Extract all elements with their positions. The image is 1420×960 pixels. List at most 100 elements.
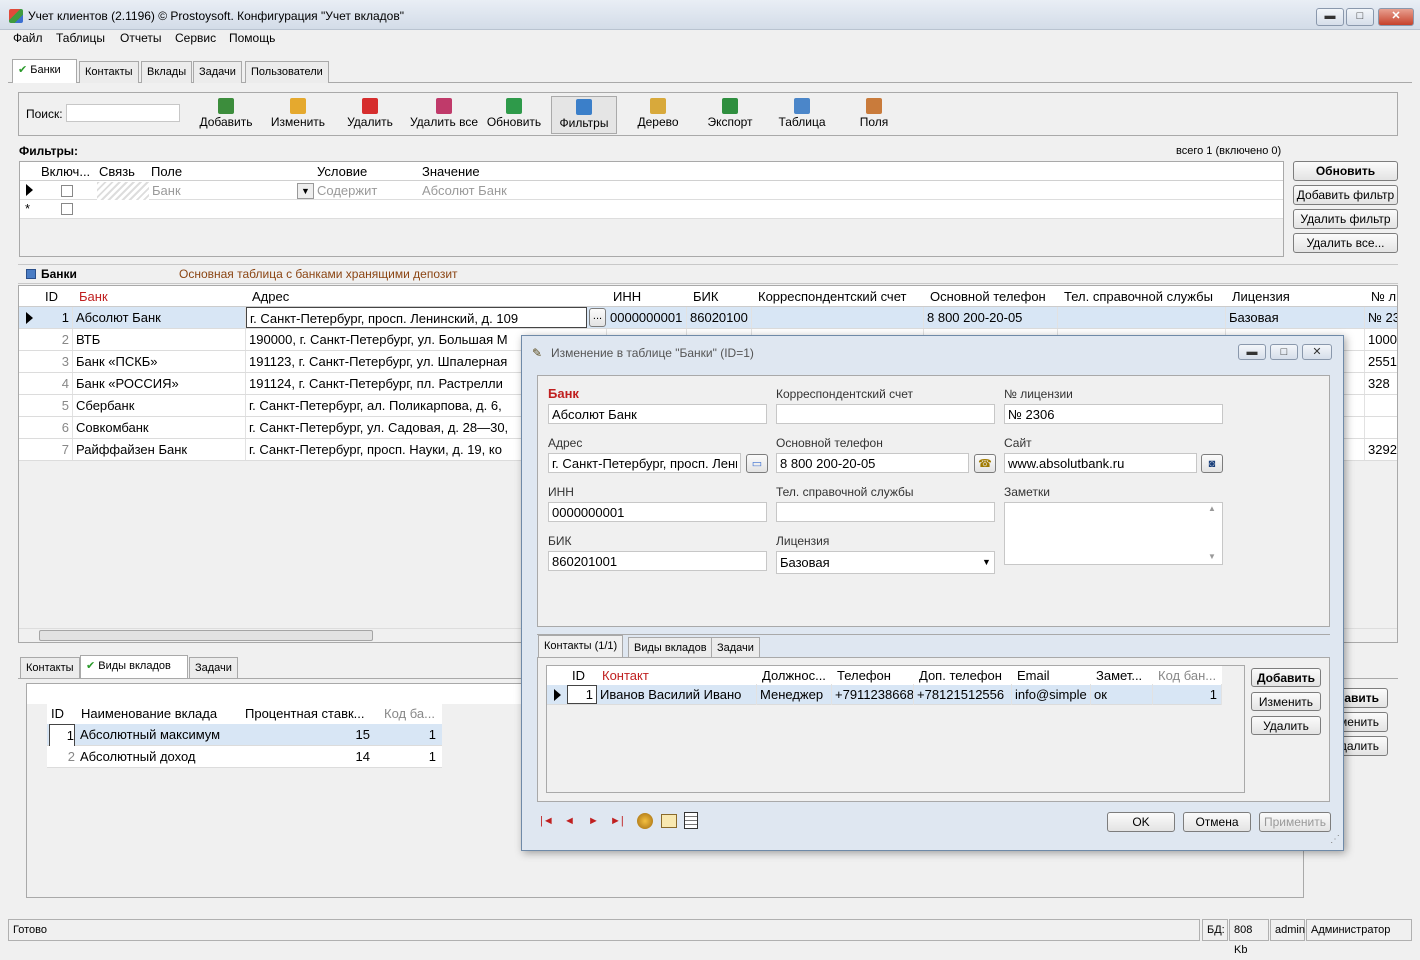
first-record-icon[interactable]: |◄ (540, 815, 554, 827)
table-row[interactable]: 1 Абсолют Банк г. Санкт-Петербург, просп. … (19, 307, 1397, 329)
search-input[interactable] (66, 104, 180, 122)
contacts-col-code[interactable]: Код бан... (1155, 665, 1224, 686)
apply-button[interactable]: Применить (1259, 812, 1331, 832)
resize-grip-icon[interactable]: ⋰ (1330, 834, 1340, 845)
tree-toolbar-button[interactable]: Дерево (625, 96, 691, 132)
corr-account-field[interactable] (776, 404, 995, 424)
notes-field[interactable] (1004, 502, 1223, 565)
banks-col-address[interactable]: Адрес (249, 286, 610, 307)
inn-field[interactable] (548, 502, 767, 522)
filter-enabled-checkbox[interactable] (61, 185, 73, 197)
table-row[interactable]: 1 Абсолютный максимум 15 1 (47, 724, 442, 747)
help-phone-field[interactable] (776, 502, 995, 522)
document-icon[interactable] (684, 812, 698, 829)
menu-help[interactable]: Помощь (229, 31, 275, 45)
delete-filter-button[interactable]: Удалить фильтр (1293, 209, 1398, 229)
bank-field[interactable] (548, 404, 767, 424)
menu-reports[interactable]: Отчеты (120, 31, 161, 45)
tab-bottom-tasks[interactable]: Задачи (189, 657, 238, 679)
add-toolbar-button[interactable]: Добавить (193, 96, 259, 132)
open-link-icon[interactable]: ◙ (1201, 454, 1223, 473)
banks-col-no[interactable]: № ли (1368, 286, 1397, 307)
tab-bottom-contacts[interactable]: Контакты (20, 657, 80, 679)
dialog-minimize-button[interactable]: ▬ (1238, 344, 1266, 360)
fields-toolbar-button[interactable]: Поля (841, 96, 907, 132)
dialog-tab-contacts[interactable]: Контакты (1/1) (538, 635, 624, 657)
refresh-toolbar-button[interactable]: Обновить (481, 96, 547, 132)
ok-button[interactable]: OK (1107, 812, 1175, 832)
delete-all-filters-button[interactable]: Удалить все... (1293, 233, 1398, 253)
maximize-button[interactable]: □ (1346, 8, 1374, 26)
tab-bottom-deposit-types[interactable]: ✔ Виды вкладов (80, 655, 188, 679)
table-row[interactable]: 1 Иванов Василий Ивано Менеджер +7911238668… (547, 684, 1222, 705)
banks-col-license[interactable]: Лицензия (1229, 286, 1368, 307)
tab-deposits[interactable]: Вклады (141, 61, 193, 83)
settings-icon[interactable] (637, 813, 653, 829)
dialog-maximize-button[interactable]: □ (1270, 344, 1298, 360)
dialog-tab-tasks[interactable]: Задачи (711, 637, 760, 657)
ellipsis-button[interactable]: ... (589, 308, 606, 327)
scroll-down-icon[interactable]: ▼ (1208, 552, 1216, 561)
contacts-col-phone[interactable]: Телефон (834, 665, 916, 686)
contacts-col-id[interactable]: ID (569, 665, 599, 686)
next-record-icon[interactable]: ► (588, 815, 599, 827)
dialog-close-button[interactable]: ✕ (1302, 344, 1332, 360)
prev-record-icon[interactable]: ◄ (564, 815, 575, 827)
banks-col-help[interactable]: Тел. справочной службы (1061, 286, 1229, 307)
delete-all-toolbar-button[interactable]: Удалить все (409, 96, 479, 132)
tab-contacts[interactable]: Контакты (79, 61, 139, 83)
scroll-up-icon[interactable]: ▲ (1208, 504, 1216, 513)
chevron-down-icon[interactable]: ▼ (297, 183, 314, 199)
menu-tables[interactable]: Таблицы (56, 31, 105, 45)
map-icon[interactable]: ▭ (746, 454, 768, 473)
dialog-tab-deposit-types[interactable]: Виды вкладов (628, 637, 713, 657)
tab-banks[interactable]: ✔ Банки (12, 59, 77, 83)
contacts-col-name[interactable]: Контакт (599, 665, 759, 686)
filter-field-value[interactable]: Банк (152, 183, 181, 198)
scrollbar-thumb[interactable] (39, 630, 373, 641)
banks-col-bank[interactable]: Банк (76, 286, 249, 307)
add-filter-button[interactable]: Добавить фильтр (1293, 185, 1398, 205)
site-field[interactable] (1004, 453, 1197, 473)
phone-icon[interactable]: ☎ (974, 454, 996, 473)
menu-service[interactable]: Сервис (175, 31, 216, 45)
contacts-col-email[interactable]: Email (1014, 665, 1093, 686)
note-icon[interactable] (661, 814, 677, 828)
filter-row[interactable] (20, 181, 1283, 200)
tab-users[interactable]: Пользователи (245, 61, 329, 83)
delete-toolbar-button[interactable]: Удалить (337, 96, 403, 132)
chevron-down-icon[interactable]: ▼ (982, 557, 991, 567)
contacts-col-notes[interactable]: Замет... (1093, 665, 1155, 686)
filter-new-checkbox[interactable] (61, 203, 73, 215)
pencil-toolbar-button[interactable]: Изменить (265, 96, 331, 132)
contacts-col-phone2[interactable]: Доп. телефон (916, 665, 1014, 686)
license-no-field[interactable] (1004, 404, 1223, 424)
banks-col-inn[interactable]: ИНН (610, 286, 690, 307)
table-row[interactable]: 2 Абсолютный доход 14 1 (47, 746, 442, 768)
banks-col-id[interactable]: ID (42, 286, 76, 307)
filter-toolbar-button[interactable]: Фильтры (551, 96, 617, 134)
tab-tasks[interactable]: Задачи (193, 61, 242, 83)
cancel-button[interactable]: Отмена (1183, 812, 1251, 832)
filter-new-row[interactable] (20, 200, 1283, 219)
last-record-icon[interactable]: ►| (610, 815, 624, 827)
banks-col-phone[interactable]: Основной телефон (927, 286, 1061, 307)
license-select[interactable]: Базовая (776, 551, 995, 574)
refresh-filters-button[interactable]: Обновить (1293, 161, 1398, 181)
banks-col-corr[interactable]: Корреспондентский счет (755, 286, 927, 307)
address-field[interactable] (548, 453, 741, 473)
contacts-col-position[interactable]: Должнос... (759, 665, 834, 686)
filter-condition-value[interactable]: Содержит (317, 183, 377, 198)
edit-contact-button[interactable]: Изменить (1251, 692, 1321, 711)
bik-field[interactable] (548, 551, 767, 571)
banks-col-bik[interactable]: БИК (690, 286, 755, 307)
close-button[interactable]: ✕ (1378, 8, 1414, 26)
delete-contact-button[interactable]: Удалить (1251, 716, 1321, 735)
add-contact-button[interactable]: Добавить (1251, 668, 1321, 687)
menu-file[interactable]: Файл (13, 31, 43, 45)
export-toolbar-button[interactable]: Экспорт (697, 96, 763, 132)
phone-field[interactable] (776, 453, 969, 473)
table-toolbar-button[interactable]: Таблица (769, 96, 835, 132)
minimize-button[interactable]: ▬ (1316, 8, 1344, 26)
filter-value[interactable]: Абсолют Банк (422, 183, 507, 198)
